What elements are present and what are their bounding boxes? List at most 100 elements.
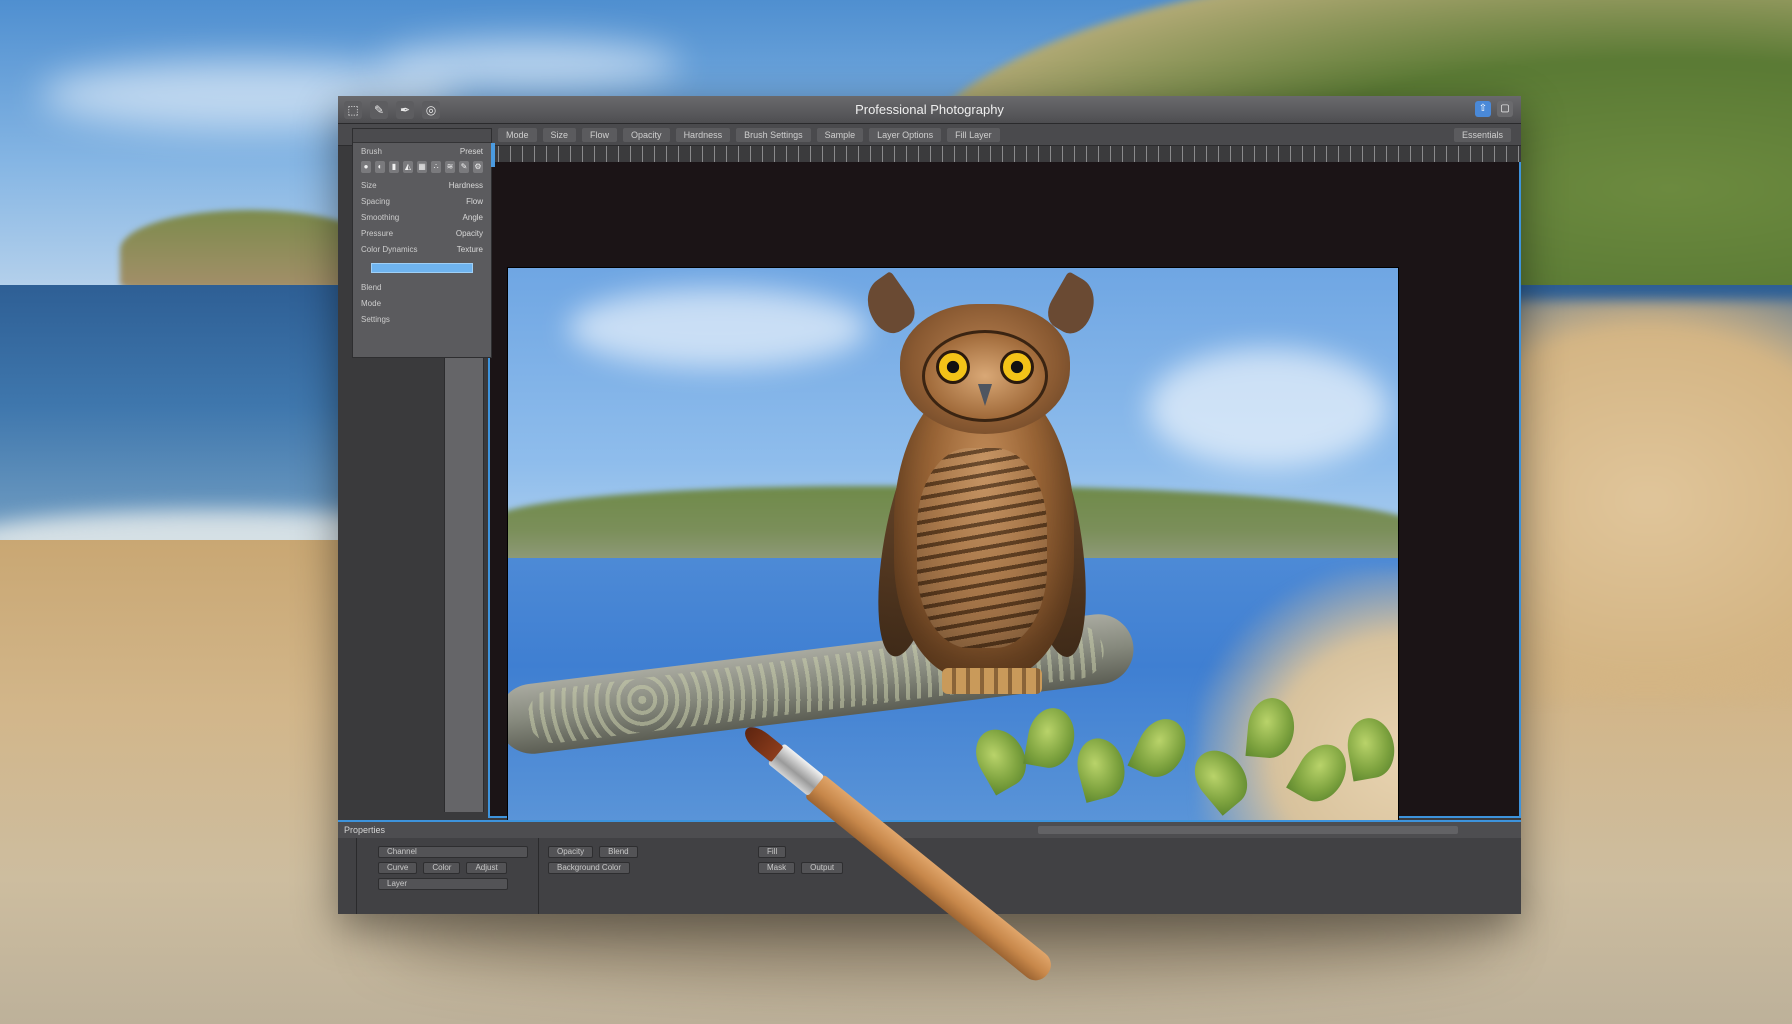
- background-color-field[interactable]: Background Color: [548, 862, 631, 874]
- brush-round-icon[interactable]: ●: [361, 161, 371, 173]
- photo-cloud: [1148, 348, 1388, 468]
- option-opacity[interactable]: Opacity: [623, 127, 670, 142]
- owl-eye-right: [1000, 350, 1034, 384]
- panel-row[interactable]: Smoothing Angle: [353, 209, 491, 225]
- background-cloud: [380, 40, 680, 90]
- panel-header[interactable]: [353, 129, 491, 143]
- window-title: Professional Photography: [855, 102, 1004, 117]
- canvas-area[interactable]: [488, 162, 1521, 828]
- brush-dry-icon[interactable]: ≋: [445, 161, 455, 173]
- brush-preset-icons: ● ◐ ▮ ◭ ▦ ∴ ≋ ✎ ⚙: [353, 159, 491, 177]
- window-icon[interactable]: ▢: [1497, 101, 1513, 117]
- brush-soft-icon[interactable]: ◐: [375, 161, 385, 173]
- panel-row-label: Mode: [361, 298, 382, 308]
- leaf: [1245, 696, 1297, 760]
- panel-row-label: Settings: [361, 314, 390, 324]
- panel-row[interactable]: Pressure Opacity: [353, 225, 491, 241]
- editor-window: ⬚ ✎ ✒ ◎ Professional Photography ⇧ ▢ Mod…: [338, 96, 1521, 914]
- panel-row-value: Hardness: [448, 180, 483, 190]
- bottom-row: Background Color: [548, 862, 638, 874]
- tool-panel-strip: [444, 336, 484, 812]
- adjust-field[interactable]: Adjust: [466, 862, 507, 874]
- panel-row-value: Flow: [466, 196, 483, 206]
- leaf: [1286, 735, 1356, 811]
- fill-field[interactable]: Fill: [758, 846, 787, 858]
- panel-row-label: Color Dynamics: [361, 244, 418, 254]
- panel-row[interactable]: Blend: [353, 279, 491, 295]
- title-right-controls: ⇧ ▢: [1475, 101, 1513, 117]
- panel-row-label: Spacing: [361, 196, 390, 206]
- panel-row-value: Texture: [456, 244, 483, 254]
- leaf: [1127, 711, 1195, 785]
- panel-row[interactable]: Settings: [353, 311, 491, 327]
- panel-row-label: Smoothing: [361, 212, 400, 222]
- bottom-row: Layer: [378, 878, 528, 890]
- panel-row[interactable]: Color Dynamics Texture: [353, 241, 491, 257]
- output-field[interactable]: Output: [801, 862, 844, 874]
- option-fill-layer[interactable]: Fill Layer: [947, 127, 1000, 142]
- panel-row-value: Preset: [459, 146, 483, 156]
- brush-pencil-icon[interactable]: ✎: [459, 161, 469, 173]
- leaf: [1343, 714, 1398, 782]
- bottom-column: Channel Curve Color Adjust Layer: [378, 846, 528, 890]
- foreground-leaves: [966, 696, 1398, 828]
- option-brush-settings[interactable]: Brush Settings: [736, 127, 811, 142]
- panel-divider: [356, 838, 357, 914]
- leaf: [1023, 704, 1079, 772]
- panel-row-label: Blend: [361, 282, 382, 292]
- blend-field[interactable]: Blend: [599, 846, 638, 858]
- panel-row-label: Brush: [361, 146, 382, 156]
- panel-divider: [538, 838, 539, 914]
- bottom-column: Fill Mask Output: [758, 846, 844, 874]
- owl-eye-left: [936, 350, 970, 384]
- owl-talons: [942, 668, 1042, 694]
- bottom-row: Mask Output: [758, 862, 844, 874]
- share-icon[interactable]: ⇧: [1475, 101, 1491, 117]
- brush-settings-panel: Brush Preset ● ◐ ▮ ◭ ▦ ∴ ≋ ✎ ⚙ Size Hard…: [352, 128, 495, 358]
- brush-texture-icon[interactable]: ▦: [417, 161, 427, 173]
- horizontal-ruler: [498, 146, 1521, 162]
- panel-row[interactable]: Size Hardness: [353, 177, 491, 193]
- panel-row-value: Opacity: [455, 228, 483, 238]
- background-beach-curve: [1480, 300, 1792, 700]
- bottom-row: Fill: [758, 846, 843, 858]
- leaf: [1071, 733, 1131, 803]
- brush-settings-icon[interactable]: ⚙: [473, 161, 483, 173]
- option-layer-options[interactable]: Layer Options: [869, 127, 942, 142]
- opacity-field[interactable]: Opacity: [548, 846, 594, 858]
- mask-field[interactable]: Mask: [758, 862, 796, 874]
- brush-scatter-icon[interactable]: ∴: [431, 161, 441, 173]
- option-hardness[interactable]: Hardness: [675, 127, 731, 142]
- option-flow[interactable]: Flow: [582, 127, 618, 142]
- panel-row-label: Size: [361, 180, 377, 190]
- panel-row[interactable]: Brush Preset: [353, 143, 491, 159]
- panel-row-value: Angle: [462, 212, 483, 222]
- panel-row[interactable]: Spacing Flow: [353, 193, 491, 209]
- panel-row-label: Pressure: [361, 228, 394, 238]
- options-bar: Mode Size Flow Opacity Hardness Brush Se…: [338, 124, 1521, 146]
- brush-size-slider[interactable]: [371, 263, 473, 273]
- bottom-row: Channel: [378, 846, 528, 858]
- properties-header: Properties: [338, 820, 1521, 838]
- panel-row[interactable]: Mode: [353, 295, 491, 311]
- horizontal-scrollbar[interactable]: [1038, 826, 1458, 834]
- option-mode[interactable]: Mode: [498, 127, 537, 142]
- option-sample[interactable]: Sample: [816, 127, 864, 142]
- curve-field[interactable]: Curve: [378, 862, 418, 874]
- brush-flat-icon[interactable]: ▮: [389, 161, 399, 173]
- owl-photo[interactable]: [508, 268, 1398, 828]
- title-bar: ⬚ ✎ ✒ ◎ Professional Photography ⇧ ▢: [338, 96, 1521, 124]
- properties-label: Properties: [344, 825, 386, 835]
- owl-chest-pattern: [917, 448, 1047, 648]
- bottom-row: Opacity Blend: [548, 846, 638, 858]
- panel-resize-handle[interactable]: [491, 143, 495, 167]
- channel-field[interactable]: Channel: [378, 846, 528, 858]
- layer-field[interactable]: Layer: [378, 878, 508, 890]
- owl: [856, 268, 1105, 728]
- brush-fan-icon[interactable]: ◭: [403, 161, 413, 173]
- workspace-selector[interactable]: Essentials: [1453, 127, 1511, 142]
- color-field[interactable]: Color: [423, 862, 461, 874]
- bottom-column: Opacity Blend Background Color: [548, 846, 638, 874]
- photo-cloud: [568, 288, 868, 368]
- option-size[interactable]: Size: [542, 127, 577, 142]
